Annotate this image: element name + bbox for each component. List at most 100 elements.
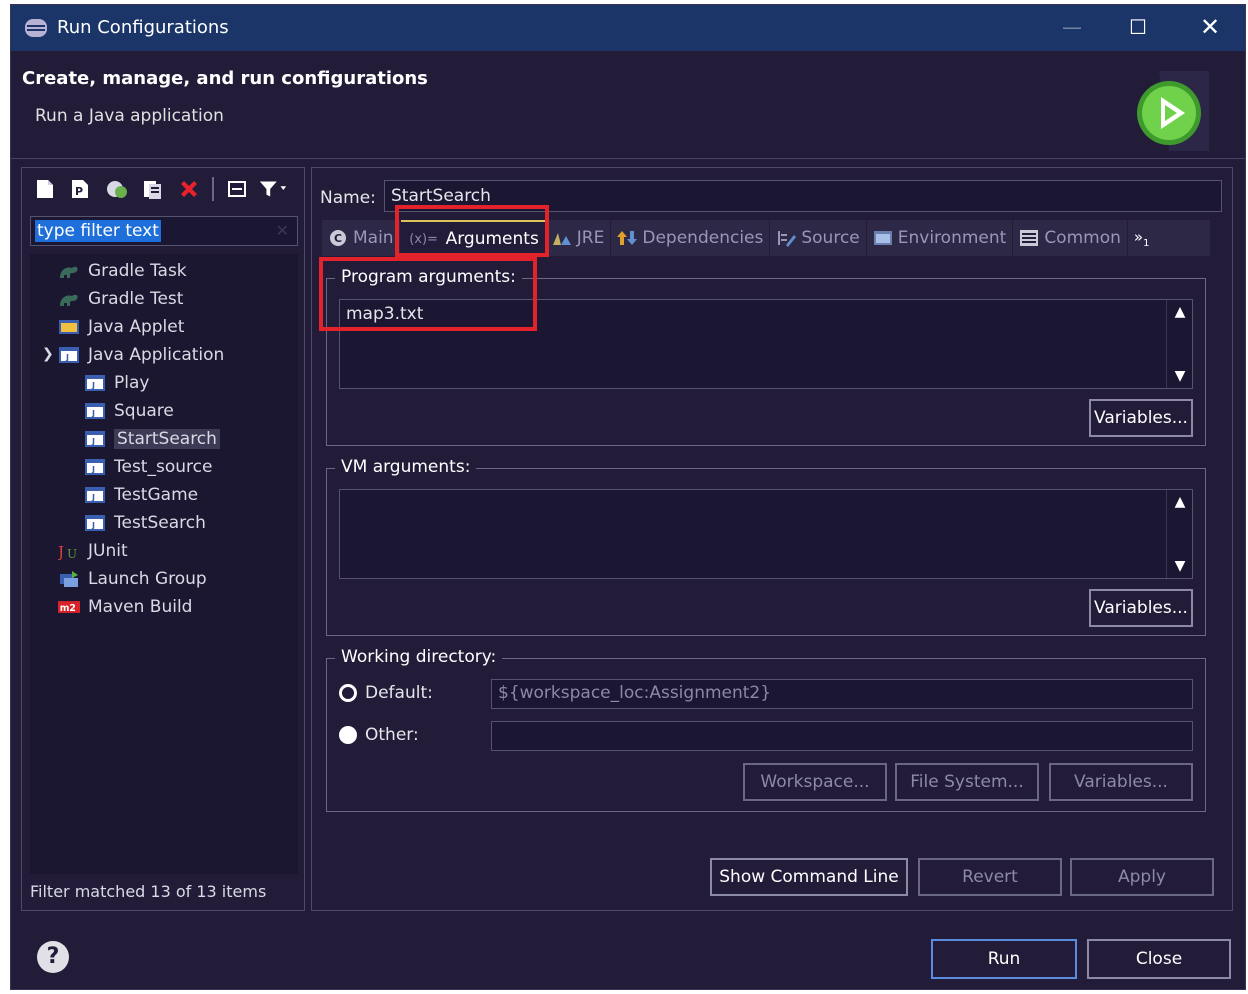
svg-text:J: J [58, 543, 64, 560]
filter-text: type filter text [35, 220, 161, 242]
tab-environment[interactable]: Environment [867, 220, 1014, 256]
java-app-icon: J [84, 457, 106, 477]
configurations-panel: P type filter text ✕ Gradle Task Gradle … [21, 167, 305, 911]
vm-arguments-scrollbar[interactable]: ▲ ▼ [1166, 490, 1192, 578]
svg-text:P: P [75, 185, 83, 198]
svg-text:J: J [65, 353, 69, 362]
maven-icon: m2 [58, 597, 80, 617]
junit-icon: JU [58, 541, 80, 561]
tab-main[interactable]: C Main [322, 220, 401, 256]
other-directory-input[interactable] [491, 721, 1193, 751]
java-app-icon: J [84, 429, 106, 449]
tree-item-gradle-task[interactable]: Gradle Task [58, 258, 187, 284]
configuration-tree: Gradle Task Gradle Test Java Applet ❯ J … [30, 254, 298, 874]
main-tab-icon: C [328, 228, 348, 248]
minimize-button[interactable]: — [1043, 5, 1101, 49]
duplicate-icon[interactable] [102, 175, 132, 203]
common-tab-icon [1019, 228, 1039, 248]
other-radio-row[interactable]: Other: [339, 725, 419, 745]
tab-dependencies[interactable]: Dependencies [611, 220, 771, 256]
jre-tab-icon [552, 228, 572, 248]
collapse-all-icon[interactable] [222, 175, 252, 203]
vm-arguments-textarea[interactable]: ▲ ▼ [339, 489, 1193, 579]
header-subtitle: Run a Java application [35, 106, 224, 126]
expand-java-application-icon[interactable]: ❯ [42, 346, 54, 362]
java-app-icon: J [84, 485, 106, 505]
dialog-header: Create, manage, and run configurations R… [11, 51, 1245, 159]
tree-item-test-source[interactable]: J Test_source [84, 454, 212, 480]
default-radio[interactable] [339, 684, 357, 702]
launch-group-icon [58, 569, 80, 589]
scroll-up-icon[interactable]: ▲ [1167, 304, 1193, 320]
wd-variables-button[interactable]: Variables... [1049, 763, 1193, 801]
tab-common[interactable]: Common [1013, 220, 1128, 256]
vm-variables-button[interactable]: Variables... [1089, 589, 1193, 627]
scroll-down-icon[interactable]: ▼ [1167, 368, 1193, 384]
svg-text:J: J [91, 493, 95, 502]
title-bar: Run Configurations — ☐ ✕ [11, 5, 1245, 51]
close-button[interactable]: Close [1087, 939, 1231, 979]
tree-item-testsearch[interactable]: J TestSearch [84, 510, 206, 536]
gradle-icon [58, 289, 80, 309]
filter-icon[interactable] [258, 175, 288, 203]
svg-text:U: U [67, 547, 77, 560]
maximize-button[interactable]: ☐ [1109, 5, 1167, 49]
new-configuration-icon[interactable] [30, 175, 60, 203]
close-window-button[interactable]: ✕ [1181, 5, 1239, 49]
svg-text:J: J [91, 381, 95, 390]
svg-text:J: J [91, 521, 95, 530]
svg-text:m2: m2 [60, 603, 76, 614]
tree-item-startsearch[interactable]: J StartSearch [84, 426, 220, 452]
run-banner-icon [1137, 71, 1209, 151]
more-tabs-button[interactable]: »1 [1128, 228, 1156, 249]
show-command-line-button[interactable]: Show Command Line [710, 858, 908, 896]
java-app-icon: J [84, 513, 106, 533]
working-directory-label: Working directory: [335, 647, 503, 667]
tree-item-junit[interactable]: JU JUnit [58, 538, 128, 564]
tab-source[interactable]: Source [770, 220, 867, 256]
dependencies-tab-icon [617, 228, 638, 248]
environment-tab-icon [873, 228, 893, 248]
tree-item-square[interactable]: J Square [84, 398, 174, 424]
arguments-tab-highlight [395, 205, 549, 257]
scroll-down-icon[interactable]: ▼ [1167, 558, 1193, 574]
java-app-icon: J [58, 345, 80, 365]
gradle-icon [58, 261, 80, 281]
default-radio-row[interactable]: Default: [339, 683, 433, 703]
config-toolbar: P [30, 174, 288, 204]
tree-item-gradle-test[interactable]: Gradle Test [58, 286, 183, 312]
tree-item-java-applet[interactable]: Java Applet [58, 314, 184, 340]
java-app-icon: J [84, 373, 106, 393]
run-button[interactable]: Run [931, 939, 1077, 979]
svg-text:J: J [91, 465, 95, 474]
new-prototype-icon[interactable]: P [66, 175, 96, 203]
svg-text:J: J [91, 437, 95, 446]
scroll-up-icon[interactable]: ▲ [1167, 494, 1193, 510]
source-tab-icon [776, 228, 797, 248]
tree-item-java-application[interactable]: J Java Application [58, 342, 224, 368]
vm-arguments-group: VM arguments: ▲ ▼ Variables... [326, 457, 1206, 636]
tree-item-maven-build[interactable]: m2 Maven Build [58, 594, 192, 620]
filter-status: Filter matched 13 of 13 items [30, 882, 267, 901]
delete-icon[interactable] [174, 175, 204, 203]
file-system-button[interactable]: File System... [895, 763, 1039, 801]
program-variables-button[interactable]: Variables... [1089, 399, 1193, 437]
workspace-button[interactable]: Workspace... [743, 763, 887, 801]
export-icon[interactable] [138, 175, 168, 203]
vm-arguments-label: VM arguments: [335, 457, 477, 477]
program-arguments-scrollbar[interactable]: ▲ ▼ [1166, 300, 1192, 388]
help-icon[interactable]: ? [37, 941, 69, 973]
name-label: Name: [320, 188, 376, 208]
other-radio[interactable] [339, 726, 357, 744]
tree-item-testgame[interactable]: J TestGame [84, 482, 198, 508]
tab-jre[interactable]: JRE [546, 220, 612, 256]
revert-button[interactable]: Revert [918, 858, 1062, 896]
window-title: Run Configurations [57, 17, 229, 38]
apply-button[interactable]: Apply [1070, 858, 1214, 896]
tree-item-launch-group[interactable]: Launch Group [58, 566, 207, 592]
java-app-icon: J [84, 401, 106, 421]
tree-item-play[interactable]: J Play [84, 370, 149, 396]
filter-input[interactable]: type filter text ✕ [30, 216, 298, 246]
clear-filter-icon[interactable]: ✕ [276, 221, 289, 240]
working-directory-group: Working directory: Default: ${workspace_… [326, 647, 1206, 812]
